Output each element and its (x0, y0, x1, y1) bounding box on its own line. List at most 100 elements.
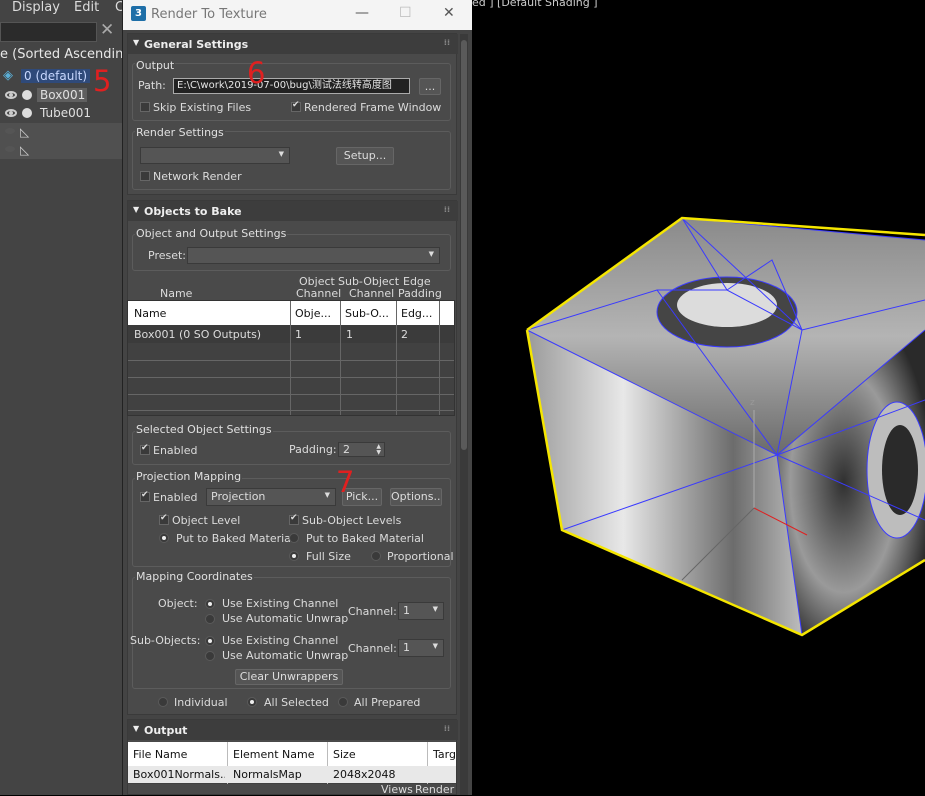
proportional-radio[interactable] (371, 551, 381, 561)
row-edge-padding: 2 (401, 328, 408, 341)
object-level-checkbox[interactable] (159, 513, 169, 525)
object-level-label: Object Level (172, 514, 241, 527)
sub-object-levels-checkbox[interactable] (289, 513, 299, 525)
annotation-6: 6 (247, 56, 266, 90)
app-icon: 3 (131, 6, 146, 21)
mapping-coordinates-label: Mapping Coordinates (135, 570, 254, 583)
th-element-name[interactable]: Element Name (233, 748, 315, 761)
collapse-arrow-icon: ▼ (133, 724, 140, 733)
list-item-empty[interactable]: ◺ (0, 123, 122, 141)
menu-edit[interactable]: Edit (74, 0, 99, 15)
annotation-7: 7 (336, 465, 355, 499)
item-label: Tube001 (40, 106, 92, 120)
collapse-arrow-icon: ▼ (133, 38, 140, 47)
setup-button[interactable]: Setup... (336, 147, 394, 165)
use-auto-label-1: Use Automatic Unwrap (222, 612, 349, 625)
use-auto-radio-1[interactable] (205, 614, 215, 624)
output-header[interactable]: ▼ Output ⁞⁞ (128, 720, 458, 740)
projection-enabled-checkbox[interactable] (140, 490, 150, 502)
options-button[interactable]: Options... (390, 488, 442, 506)
sort-header[interactable]: e (Sorted Ascending) (0, 47, 137, 62)
render-label[interactable]: Render (415, 783, 454, 796)
rollout-title: General Settings (144, 38, 249, 51)
channel-value-1: 1 (403, 604, 410, 617)
rollout-title: Objects to Bake (144, 205, 242, 218)
hidden-eye-icon[interactable] (5, 128, 15, 134)
dialog-titlebar[interactable]: 3 Render To Texture — ☐ ✕ (123, 0, 473, 30)
th-object[interactable]: Obje... (295, 307, 331, 320)
render-settings-label: Render Settings (135, 126, 225, 139)
objects-table: Name Obje... Sub-O... Edg... Box001 (0 S… (127, 300, 455, 416)
use-auto-radio-2[interactable] (205, 651, 215, 661)
eye-icon[interactable] (5, 91, 17, 99)
selected-object-label: Selected Object Settings (135, 423, 273, 436)
col-subobject-header-bottom: Channel (349, 287, 395, 300)
list-item-empty[interactable]: ◺ (0, 141, 122, 159)
use-existing-radio-1[interactable] (205, 599, 215, 609)
network-render-label: Network Render (153, 170, 242, 183)
sub-object-levels-label: Sub-Object Levels (302, 514, 402, 527)
row-size: 2048x2048 (333, 768, 396, 781)
padding-spinner[interactable]: 2 ▲ ▼ (338, 442, 385, 457)
render-to-texture-dialog: 3 Render To Texture — ☐ ✕ ▼ General Sett… (122, 0, 473, 796)
eye-icon[interactable] (5, 109, 17, 117)
full-size-label: Full Size (306, 550, 351, 563)
annotation-5: 5 (93, 64, 112, 98)
list-item-tube001[interactable]: Tube001 (0, 105, 122, 123)
col-name-header: Name (160, 287, 193, 300)
spinner-arrows-icon[interactable]: ▲ ▼ (376, 444, 381, 456)
explorer-search-input[interactable] (0, 22, 97, 42)
menu-display[interactable]: Display (12, 0, 60, 15)
chevron-down-icon: ▼ (432, 642, 438, 650)
all-prepared-radio[interactable] (338, 697, 348, 707)
channel-dropdown-2[interactable]: 1 ▼ (398, 639, 444, 657)
browse-button[interactable]: ... (419, 78, 441, 95)
rendered-frame-checkbox[interactable] (291, 100, 301, 112)
path-input[interactable]: E:\C\work\2019-07-00\bug\测试法线转高度图 (173, 78, 410, 94)
all-selected-radio[interactable] (247, 697, 257, 707)
clear-unwrappers-button[interactable]: Clear Unwrappers (235, 669, 343, 685)
th-file-name[interactable]: File Name (133, 748, 187, 761)
preset-label: Preset: (148, 249, 187, 262)
scrollbar-thumb[interactable] (461, 40, 467, 450)
menubar: Display Edit C (0, 0, 124, 18)
th-size[interactable]: Size (333, 748, 356, 761)
maximize-icon[interactable]: ☐ (399, 5, 412, 21)
channel-label-1: Channel: (348, 605, 397, 618)
individual-radio[interactable] (158, 697, 168, 707)
close-icon[interactable]: ✕ (100, 20, 114, 40)
use-existing-radio-2[interactable] (205, 636, 215, 646)
put-baked-radio-2[interactable] (289, 533, 299, 543)
objects-to-bake-header[interactable]: ▼ Objects to Bake ⁞⁞ (128, 201, 458, 221)
minimize-icon[interactable]: — (355, 5, 369, 21)
th-subobject[interactable]: Sub-O... (345, 307, 389, 320)
proportional-label: Proportional (387, 550, 454, 563)
general-settings-header[interactable]: ▼ General Settings ⁞⁞ (128, 34, 458, 54)
divider (128, 394, 454, 395)
projection-modifier-dropdown[interactable]: Projection ▼ (206, 488, 336, 506)
render-preset-dropdown[interactable]: ▼ (140, 147, 290, 164)
views-label[interactable]: Views (381, 783, 413, 796)
hidden-eye-icon[interactable] (5, 146, 15, 152)
full-size-radio[interactable] (289, 551, 299, 561)
preset-dropdown[interactable]: ▼ (187, 247, 440, 264)
viewport[interactable]: ed ] [Default Shading ] z (472, 0, 925, 795)
th-name[interactable]: Name (134, 307, 166, 320)
th-target[interactable]: Targ (433, 748, 456, 761)
channel-value-2: 1 (403, 641, 410, 654)
object-label: Object: (158, 597, 198, 610)
put-baked-radio-1[interactable] (159, 533, 169, 543)
enabled-checkbox[interactable] (140, 443, 150, 455)
channel-dropdown-1[interactable]: 1 ▼ (398, 602, 444, 620)
objects-to-bake-rollout: ▼ Objects to Bake ⁞⁞ Object and Output S… (127, 200, 458, 715)
rendered-frame-label: Rendered Frame Window (304, 101, 442, 114)
divider (128, 377, 454, 378)
network-render-checkbox[interactable] (140, 171, 150, 181)
projection-modifier-value: Projection (211, 490, 266, 503)
skip-existing-checkbox[interactable] (140, 102, 150, 112)
dialog-title: Render To Texture (151, 7, 267, 22)
th-edge[interactable]: Edg... (401, 307, 432, 320)
output-rollout: ▼ Output ⁞⁞ File Name Element Name Size … (127, 719, 458, 796)
close-icon[interactable]: ✕ (443, 5, 455, 21)
divider (340, 301, 341, 415)
